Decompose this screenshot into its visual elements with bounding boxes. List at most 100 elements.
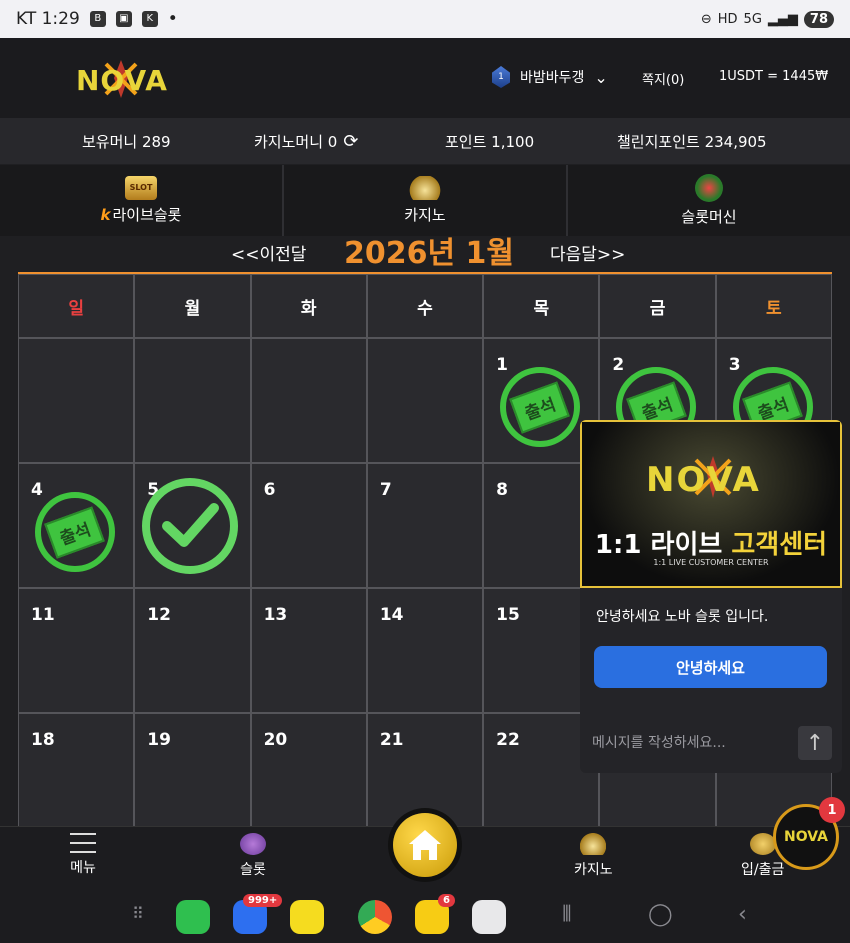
unread-badge: 1 [819,797,845,823]
status-bar: KT 1:29 B ▣ K • ⊖ HD 5G ▂▄▆ 78 [0,0,850,38]
nova-logo[interactable]: NOVA [76,54,168,104]
stamp-label: 출석 [509,380,571,434]
category-live-slot[interactable]: SLOT k 라이브슬롯 [0,165,284,236]
weekday-wed: 수 [366,274,484,338]
chat-title: 1:1 라이브 고객센터 [582,524,840,561]
weekday-row: 일 월 화 수 목 금 토 [18,274,832,338]
home-circle-icon[interactable]: ◯ [648,902,673,927]
send-arrow-icon[interactable]: ↑ [798,726,832,760]
k-logo-icon: k [100,206,111,224]
holding-money: 보유머니 289 [82,133,171,151]
phone-app-icon[interactable] [176,900,210,934]
refresh-icon[interactable]: ⟳ [343,131,358,152]
home-icon [393,813,457,877]
next-month-link[interactable]: 다음달>> [550,240,625,265]
chevron-down-icon: ⌄ [594,67,608,87]
category-casino[interactable]: 카지노 [284,165,568,236]
chat-greeting: 안녕하세요 노바 슬롯 입니다. [596,609,769,625]
challenge-points: 챌린지포인트 234,905 [617,133,767,151]
balance-bar: 보유머니 289 카지노머니 0 ⟳ 포인트 1,100 챌린지포인트 234,… [0,118,850,164]
calendar-day-cell: 4 출석 [18,463,135,588]
points: 포인트 1,100 [445,133,535,151]
nav-slot[interactable]: 슬롯 [240,833,266,879]
android-dock: ⠿ 999+ 6 ⦀ ◯ ‹ [0,888,850,943]
day-number: 3 [728,355,741,375]
day-number: 13 [263,605,288,625]
casino-money: 카지노머니 0 [254,133,338,151]
attendance-stamp-icon: 출석 [35,492,115,572]
day-number: 20 [263,730,288,750]
day-number: 8 [496,480,508,500]
check-icon [142,478,239,574]
b-app-badge: 6 [438,894,455,907]
chrome-app-icon[interactable] [358,900,392,934]
user-menu[interactable]: 1 바밤바두갱 ⌄ [492,66,608,88]
calendar-day-cell: 5 [134,463,251,588]
menu-icon [70,833,96,853]
chat-logo: NOVA [646,460,761,500]
weekday-sun: 일 [18,274,135,338]
home-button[interactable] [388,808,462,882]
notification-dot: • [167,9,178,29]
calculator-app-icon[interactable] [472,900,506,934]
casino-money-group: 카지노머니 0 ⟳ [254,131,358,152]
dnd-icon: ⊖ [700,11,712,27]
quick-reply-button[interactable]: 안녕하세요 [594,646,827,688]
casino-crown-icon [409,176,441,200]
messages-link[interactable]: 쪽지(0) [642,69,684,88]
app-drawer-icon[interactable]: ⠿ [132,904,144,923]
slot-icon: SLOT [125,176,157,200]
chat-message-input[interactable] [592,728,792,758]
category-label: 라이브슬롯 [112,206,182,224]
site-header: NOVA 1 바밤바두갱 ⌄ 쪽지(0) 1USDT = 1445₩ [0,38,850,118]
day-number: 11 [31,605,55,625]
day-number: 2 [612,355,625,375]
month-title: 2026년 1월 [344,236,515,271]
chat-banner: NOVA 1:1 라이브 고객센터 1:1 LIVE CUSTOMER CENT… [580,420,842,588]
category-slot-machine[interactable]: 슬롯머신 [568,165,850,236]
day-number: 6 [263,480,276,500]
logo-text: NOVA [76,64,168,97]
casino-crown-icon [580,833,607,855]
prev-month-link[interactable]: <<이전달 [231,240,306,265]
category-nav: SLOT k 라이브슬롯 카지노 슬롯머신 [0,165,850,236]
slot-machine-icon [695,174,723,202]
day-number: 22 [496,730,520,750]
calendar-day-cell [366,338,484,463]
calendar-day-cell: 13 [250,588,367,713]
recents-icon[interactable]: ⦀ [562,902,572,927]
nav-casino[interactable]: 카지노 [574,833,613,879]
day-number: 19 [147,730,171,750]
live-chat-widget: NOVA 1:1 라이브 고객센터 1:1 LIVE CUSTOMER CENT… [580,420,842,773]
calendar-day-cell: 19 [134,713,251,838]
nav-menu[interactable]: 메뉴 [70,833,96,877]
category-label: 카지노 [404,206,446,224]
calendar-day-cell: 20 [250,713,367,838]
chat-title-highlight: 고객센터 [731,530,828,560]
attendance-stamp-icon: 출석 [500,367,581,447]
day-number: 18 [31,730,55,750]
back-icon[interactable]: ‹ [738,902,747,927]
kakaotalk-app-icon[interactable] [290,900,324,934]
calendar-day-cell: 11 [18,588,135,713]
weekday-mon: 월 [134,274,251,338]
day-number: 14 [379,605,404,625]
calendar-day-cell [250,338,367,463]
calendar-day-cell: 12 [134,588,251,713]
day-number: 21 [379,730,404,750]
k-app-icon: K [141,11,158,27]
chat-title-prefix: 1:1 라이브 [594,530,732,560]
signal-icon: ▂▄▆ [767,11,798,27]
calendar-day-cell: 18 [18,713,135,838]
calendar-day-cell: 6 [250,463,367,588]
exchange-rate: 1USDT = 1445₩ [719,69,829,84]
calendar-day-cell: 14 [366,588,484,713]
rank-badge-icon: 1 [492,66,510,88]
chat-subtitle: 1:1 LIVE CUSTOMER CENTER [653,558,769,567]
battery-icon: 78 [803,10,834,28]
hd-icon: HD [717,11,738,27]
day-number: 7 [379,480,392,500]
weekday-sat: 토 [715,274,832,338]
nav-label: 입/출금 [741,862,785,878]
nav-label: 메뉴 [70,860,96,876]
